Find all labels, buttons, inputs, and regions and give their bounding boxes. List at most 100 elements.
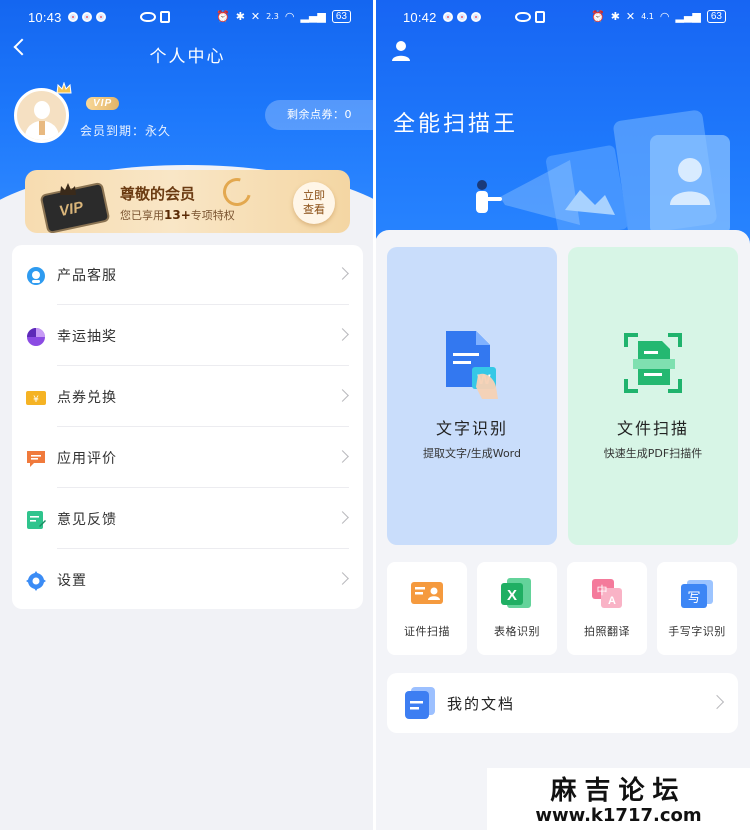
wifi-icon: ◠	[659, 10, 670, 23]
tool-id-scan[interactable]: 证件扫描	[387, 562, 467, 655]
feature-subtitle: 快速生成PDF扫描件	[603, 447, 703, 460]
tool-table-recognition[interactable]: X 表格识别	[477, 562, 557, 655]
divider	[57, 548, 349, 549]
wifi-icon: ◠	[284, 10, 295, 23]
chevron-right-icon	[336, 389, 349, 402]
system-icons: ⏰ ✱ ✕ 2.3 ◠ ▂▄▆ 63	[216, 10, 351, 23]
net-speed: 4.1	[641, 12, 654, 21]
status-bar: 10:42 ⏰ ✱ ✕ 4.1 ◠ ▂▄▆ 63	[375, 0, 750, 36]
menu-item-customer-service[interactable]: 产品客服	[12, 245, 363, 305]
menu-item-settings[interactable]: 设置	[12, 550, 363, 610]
menu-item-lucky-draw[interactable]: 幸运抽奖	[12, 306, 363, 366]
watermark: 麻吉论坛 www.k1717.com	[487, 768, 750, 830]
coupon-icon: ¥	[26, 391, 46, 405]
svg-text:X: X	[507, 587, 517, 604]
chevron-right-icon	[709, 694, 725, 710]
handwriting-icon: 写	[681, 580, 713, 608]
tool-label: 拍照翻译	[584, 625, 630, 638]
svg-text:¥: ¥	[33, 395, 39, 405]
net-speed: 2.3	[266, 12, 279, 21]
alarm-icon: ⏰	[591, 10, 605, 23]
svg-text:A: A	[608, 595, 616, 607]
chevron-right-icon	[336, 328, 349, 341]
my-documents[interactable]: 我的文档	[387, 673, 738, 733]
tool-label: 证件扫描	[404, 625, 450, 638]
chevron-right-icon	[336, 450, 349, 463]
eye-icon	[140, 12, 156, 22]
word-document-icon: W	[446, 331, 498, 399]
status-time: 10:42	[403, 10, 437, 25]
mute-icon: ✕	[625, 10, 636, 23]
notification-icon	[82, 12, 92, 22]
view-button-line2: 查看	[303, 203, 325, 216]
notification-icon	[457, 12, 467, 22]
lucky-draw-icon	[27, 328, 45, 346]
vip-sub-prefix: 您已享用	[120, 209, 164, 222]
svg-text:中: 中	[597, 584, 608, 597]
points-balance[interactable]: 剩余点券：0	[265, 100, 375, 130]
avatar-tie	[39, 121, 45, 135]
notification-icons	[68, 12, 106, 22]
battery-icon: 63	[706, 10, 726, 23]
signal-icon: ▂▄▆	[675, 10, 701, 23]
menu-item-feedback[interactable]: 意见反馈	[12, 489, 363, 549]
menu-item-app-review[interactable]: 应用评价	[12, 428, 363, 488]
scan-frame-icon	[624, 333, 682, 393]
vip-card[interactable]: VIP 尊敬的会员 您已享用13+专项特权 立即 查看	[25, 170, 350, 233]
chevron-right-icon	[336, 267, 349, 280]
bluetooth-icon: ✱	[235, 10, 245, 23]
id-card-icon	[411, 582, 443, 604]
mute-icon: ✕	[250, 10, 261, 23]
menu-item-label: 幸运抽奖	[57, 329, 117, 345]
page-title: 个人中心	[149, 47, 226, 67]
view-now-button[interactable]: 立即 查看	[293, 182, 335, 224]
menu-item-label: 意见反馈	[57, 512, 117, 528]
member-expire: 会员到期：永久	[80, 124, 172, 138]
scanner-illustration-icon	[476, 110, 730, 235]
feature-title: 文件扫描	[616, 419, 689, 438]
nfc-icon	[535, 11, 545, 23]
panel-divider	[373, 0, 376, 830]
vip-sub-suffix: 专项特权	[190, 209, 235, 222]
status-time: 10:43	[28, 10, 62, 25]
feature-document-scan[interactable]: 文件扫描 快速生成PDF扫描件	[568, 247, 738, 545]
vip-card-subtitle: 您已享用13+专项特权	[120, 207, 235, 223]
tool-label: 手写字识别	[668, 625, 726, 638]
feature-text-recognition[interactable]: W 文字识别 提取文字/生成Word	[387, 247, 557, 545]
swirl-icon	[217, 172, 257, 212]
svg-text:写: 写	[687, 591, 700, 606]
nfc-icon	[160, 11, 170, 23]
menu-item-label: 设置	[57, 573, 87, 589]
eye-icon	[515, 12, 531, 22]
my-documents-label: 我的文档	[447, 695, 516, 713]
menu-item-coupon-exchange[interactable]: ¥ 点券兑换	[12, 367, 363, 427]
vip-badge: VIP	[86, 97, 120, 110]
bluetooth-icon: ✱	[610, 10, 620, 23]
profile-screen: 10:43 ⏰ ✱ ✕ 2.3 ◠ ▂▄▆ 63 个人中心 VIP 会员到期：永…	[0, 0, 375, 830]
crown-icon	[56, 82, 72, 94]
notification-icon	[443, 12, 453, 22]
crown-icon	[60, 183, 76, 195]
feature-title: 文字识别	[435, 419, 508, 438]
vip-card-title: 尊敬的会员	[120, 185, 196, 203]
notification-icon	[96, 12, 106, 22]
system-icons: ⏰ ✱ ✕ 4.1 ◠ ▂▄▆ 63	[591, 10, 726, 23]
translate-icon: 中 A	[592, 579, 622, 608]
notification-icons	[443, 12, 481, 22]
tool-handwriting-recognition[interactable]: 写 手写字识别	[657, 562, 737, 655]
gear-icon	[26, 571, 46, 591]
menu-item-label: 产品客服	[57, 268, 117, 284]
tool-photo-translate[interactable]: 中 A 拍照翻译	[567, 562, 647, 655]
user-icon[interactable]	[391, 40, 411, 62]
comment-icon	[27, 451, 45, 467]
document-icon	[405, 687, 435, 719]
vip-card-text: VIP	[57, 198, 85, 221]
notification-icon	[471, 12, 481, 22]
menu-list: 产品客服 幸运抽奖 ¥ 点券兑换 应用评价 意见反馈 设置	[12, 245, 363, 609]
avatar[interactable]	[14, 88, 69, 143]
avatar-head	[34, 101, 50, 119]
alarm-icon: ⏰	[216, 10, 230, 23]
customer-service-icon	[27, 267, 45, 285]
divider	[57, 426, 349, 427]
feature-subtitle: 提取文字/生成Word	[423, 447, 521, 460]
